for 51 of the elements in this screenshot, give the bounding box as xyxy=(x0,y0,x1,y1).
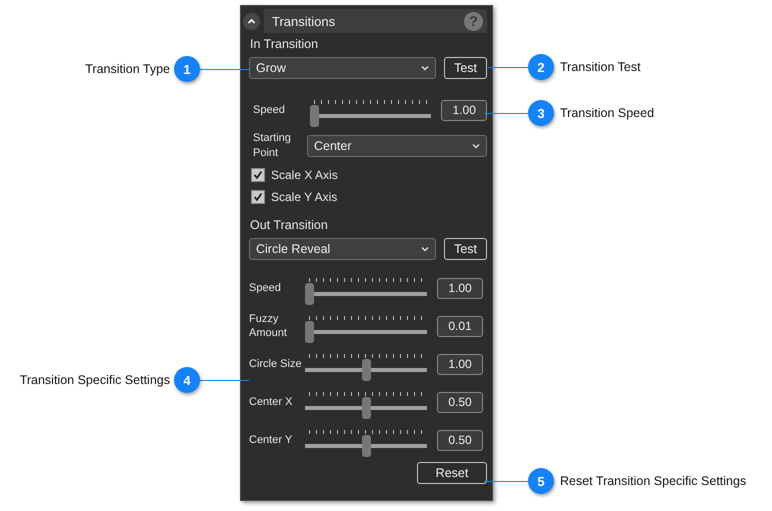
checkbox-label: Scale X Axis xyxy=(271,168,338,182)
value-field[interactable]: 0.50 xyxy=(437,392,483,412)
callout-label: Transition Speed xyxy=(560,105,654,121)
collapse-button[interactable] xyxy=(243,12,260,30)
panel-title: Transitions xyxy=(272,14,336,28)
slider-label: Center Y xyxy=(249,433,294,447)
dropdown[interactable]: Circle Reveal xyxy=(249,238,436,260)
callout-label: Transition Specific Settings xyxy=(20,372,170,388)
slider-label: Center X xyxy=(249,395,294,409)
chevron-down-icon xyxy=(421,65,430,71)
callout-label: Transition Test xyxy=(560,59,641,75)
field-label: Starting Point xyxy=(253,131,292,161)
slider-thumb[interactable] xyxy=(362,397,370,419)
checkbox[interactable] xyxy=(251,190,265,204)
callout-badge: 5 xyxy=(528,468,554,494)
chevron-down-icon xyxy=(472,143,480,149)
leader-line xyxy=(200,69,249,70)
callout-label: Transition Type xyxy=(85,61,170,77)
slider-label: Speed xyxy=(252,103,286,117)
slider-thumb[interactable] xyxy=(305,321,314,343)
value-field[interactable]: 1.00 xyxy=(437,354,483,374)
slider-thumb[interactable] xyxy=(362,435,370,457)
callout-badge: 2 xyxy=(528,54,554,80)
leader-line xyxy=(200,380,249,381)
slider-label: Circle Size xyxy=(249,357,303,371)
callout-label: Reset Transition Specific Settings xyxy=(560,473,746,489)
slider-label: Fuzzy Amount xyxy=(249,312,288,340)
value-field[interactable]: 1.00 xyxy=(441,100,487,120)
reset-button[interactable]: Reset xyxy=(417,462,487,484)
value-field[interactable]: 0.50 xyxy=(437,430,483,450)
leader-line xyxy=(488,67,528,68)
slider-thumb[interactable] xyxy=(362,359,370,381)
slider-label: Speed xyxy=(249,281,282,295)
section-heading: In Transition xyxy=(250,37,320,53)
callout-badge: 3 xyxy=(528,100,554,126)
slider-thumb[interactable] xyxy=(305,283,314,305)
section-heading: Out Transition xyxy=(250,218,329,234)
checkbox-label: Scale Y Axis xyxy=(271,190,338,204)
value-field[interactable]: 1.00 xyxy=(437,278,483,298)
chevron-down-icon xyxy=(421,246,430,252)
test-button[interactable]: Test xyxy=(444,238,487,260)
test-button[interactable]: Test xyxy=(444,57,487,79)
leader-line xyxy=(484,481,528,482)
dropdown[interactable]: Center xyxy=(307,135,487,157)
checkbox[interactable] xyxy=(251,168,265,182)
callout-badge: 1 xyxy=(174,56,200,82)
leader-line xyxy=(484,113,528,114)
slider-thumb[interactable] xyxy=(310,105,320,127)
callout-badge: 4 xyxy=(174,367,200,393)
value-field[interactable]: 0.01 xyxy=(437,316,483,336)
dropdown[interactable]: Grow xyxy=(249,57,436,79)
